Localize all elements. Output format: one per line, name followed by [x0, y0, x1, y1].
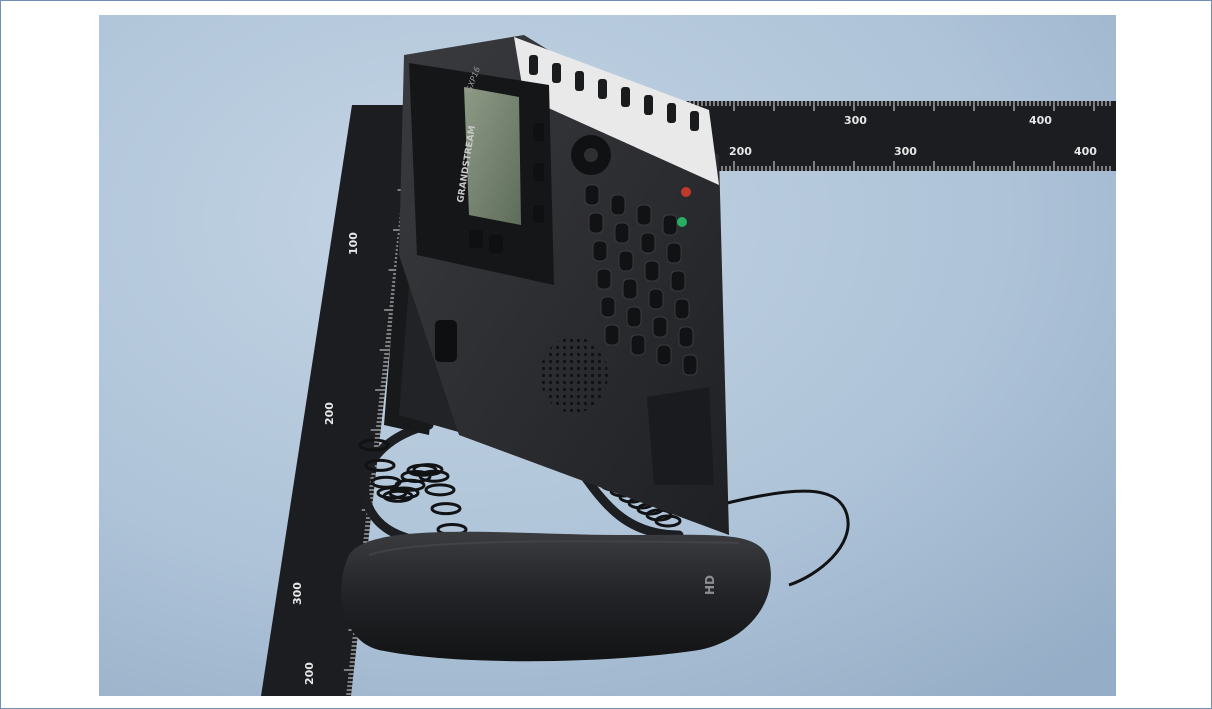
handset: HD [341, 531, 771, 662]
keypad-key [674, 298, 690, 320]
keypad-key [626, 306, 642, 328]
hook-switch [435, 320, 457, 362]
keypad-key [636, 204, 652, 226]
ruler-left-label-3: 300 [291, 582, 304, 605]
side-memory-key [598, 79, 607, 99]
keypad-key [614, 222, 630, 244]
keypad-key [618, 250, 634, 272]
keypad-key [662, 214, 678, 236]
ruler-top-label-3: 400 [1029, 114, 1052, 127]
ruler-left-label-4: 200 [303, 662, 316, 685]
side-memory-key [529, 55, 538, 75]
ruler-left-label-1: 100 [347, 232, 360, 255]
side-memory-key [667, 103, 676, 123]
keypad-key [588, 212, 604, 234]
keypad-key [652, 316, 668, 338]
ruler-top-label-5: 300 [894, 145, 917, 158]
photo-scene: 200 300 400 200 300 400 100 200 300 200 [99, 15, 1116, 696]
keypad-key [622, 278, 638, 300]
keypad-key [630, 334, 646, 356]
document-frame: 200 300 400 200 300 400 100 200 300 200 [0, 0, 1212, 709]
handset-hd-text: HD [703, 575, 717, 595]
ruler-left-label-2: 200 [323, 402, 336, 425]
speaker-grill [540, 337, 608, 413]
keypad-key [600, 296, 616, 318]
keypad-key [640, 232, 656, 254]
side-memory-key [621, 87, 630, 107]
keypad-key [604, 324, 620, 346]
keypad-key [670, 270, 686, 292]
keypad-key [610, 194, 626, 216]
side-memory-key [575, 71, 584, 91]
ruler-top-label-6: 400 [1074, 145, 1097, 158]
keypad-key [592, 240, 608, 262]
side-memory-key [690, 111, 699, 131]
red-key-indicator [681, 187, 691, 197]
handset-cradle [647, 387, 714, 485]
keypad-key [648, 288, 664, 310]
side-memory-key [552, 63, 561, 83]
keypad-key [596, 268, 612, 290]
keypad-key [678, 326, 694, 348]
ruler-top-label-2: 300 [844, 114, 867, 127]
keypad-key [656, 344, 672, 366]
green-key-indicator [677, 217, 687, 227]
keypad-key [584, 184, 600, 206]
side-memory-key [644, 95, 653, 115]
keypad-key [682, 354, 698, 376]
product-photo: 200 300 400 200 300 400 100 200 300 200 [99, 15, 1116, 696]
ruler-top-label-4: 200 [729, 145, 752, 158]
keypad-key [644, 260, 660, 282]
keypad-key [666, 242, 682, 264]
